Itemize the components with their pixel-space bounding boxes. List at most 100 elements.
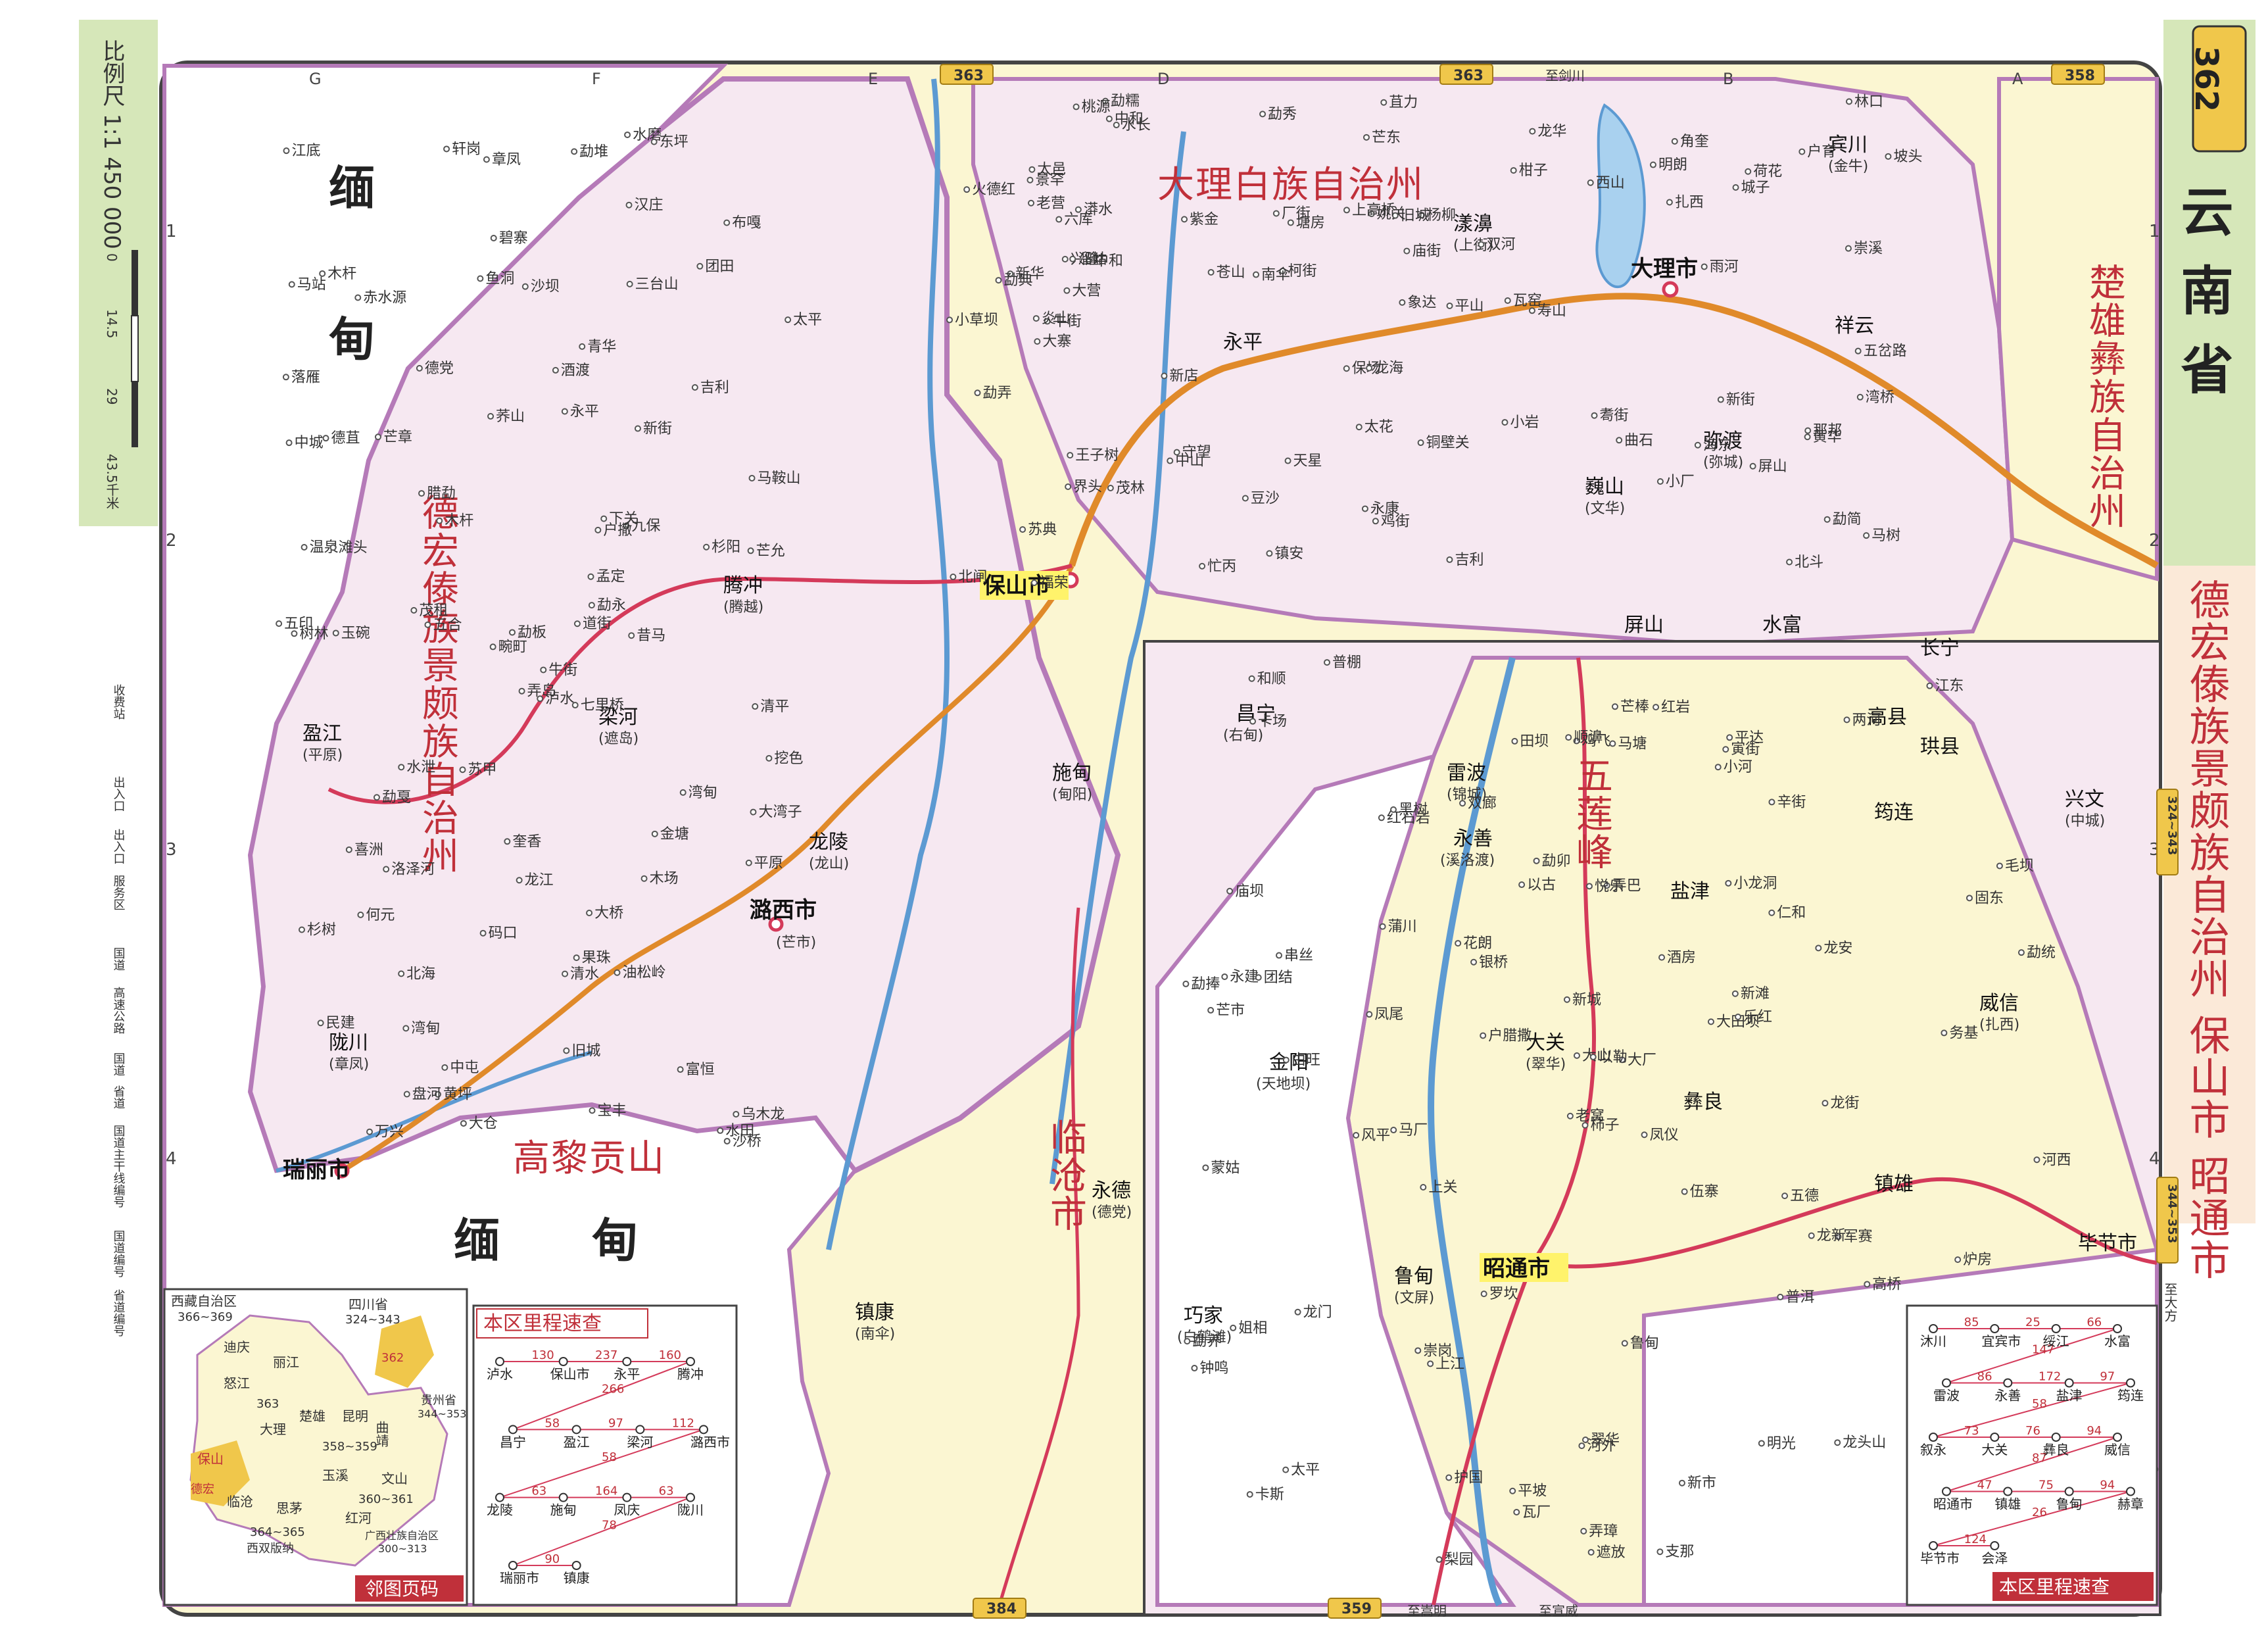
scale-bar-seg: [131, 315, 139, 382]
town-marker: [677, 1066, 684, 1073]
grid-letter: F: [592, 70, 601, 88]
town-marker: [1191, 1365, 1198, 1372]
town-label: 北斗: [1795, 554, 1823, 571]
town-label: 木杆: [327, 266, 356, 282]
mileage-node: [622, 1357, 632, 1366]
town-marker: [1061, 255, 1069, 262]
town-label: 下关: [609, 511, 638, 528]
inset-label: 红河: [345, 1510, 372, 1526]
city-label: 瑞丽市: [283, 1157, 350, 1183]
page-ref-right-upper[interactable]: 324~343: [2156, 789, 2179, 875]
mileage-distance: 160: [659, 1348, 681, 1362]
town-marker: [1272, 210, 1280, 217]
legend-item: 服务区: [112, 875, 126, 910]
town-marker: [1926, 682, 1933, 689]
town-marker: [579, 343, 586, 350]
page-ref-top-right[interactable]: 358: [2051, 64, 2105, 85]
town-marker: [2033, 1156, 2040, 1164]
town-marker: [679, 789, 687, 796]
page-ref-text: 363: [953, 68, 984, 84]
town-marker: [1026, 176, 1034, 184]
town-label: 忙丙: [1207, 558, 1236, 575]
town-marker: [374, 433, 381, 441]
town-label: 固东: [1975, 890, 2004, 906]
town-marker: [1533, 857, 1540, 864]
town-label: 酒渡: [561, 362, 590, 379]
town-label: 乐红: [1743, 1009, 1772, 1025]
town-label: 蒙姑: [1211, 1160, 1240, 1176]
town-marker: [436, 517, 443, 524]
town-label: 小草坝: [955, 312, 998, 328]
town-marker: [573, 620, 581, 627]
county-label: 施甸: [1052, 762, 1092, 785]
legend-item: 省道编号: [112, 1289, 126, 1337]
inset-label: 保山: [197, 1451, 224, 1467]
town-marker: [319, 270, 326, 277]
grid-letter: D: [1157, 70, 1169, 88]
town-marker: [1361, 505, 1368, 512]
town-marker: [1266, 550, 1273, 557]
town-marker: [589, 1107, 596, 1114]
town-label: 平原: [754, 855, 783, 872]
town-label: 大仓: [469, 1116, 498, 1132]
page-ref-top-mid[interactable]: 363: [1439, 64, 1493, 85]
town-marker: [600, 515, 608, 522]
town-label: 角奎: [1680, 134, 1709, 150]
inset-label: 西藏自治区: [171, 1293, 237, 1309]
grid-number: 2: [166, 531, 177, 551]
country-label: 甸: [592, 1214, 638, 1267]
county-label: 永德: [1092, 1179, 1131, 1202]
town-marker: [1658, 954, 1666, 961]
town-marker: [717, 1127, 724, 1134]
edge-dest-bottom-1: 至嵩明: [1407, 1603, 1447, 1619]
town-label: 永平: [570, 403, 599, 420]
town-marker: [1611, 703, 1618, 710]
mileage-distance: 75: [2039, 1479, 2054, 1492]
page-ref-bottom-mid[interactable]: 359: [1328, 1598, 1382, 1619]
mileage-node: [2003, 1487, 2013, 1496]
county-label: 彝良: [1683, 1091, 1723, 1114]
town-marker: [1804, 433, 1811, 441]
town-marker: [1707, 1018, 1714, 1025]
town-marker: [1843, 716, 1850, 724]
country-label: 缅: [329, 161, 375, 215]
legend-item: 国道主干线编号: [112, 1125, 126, 1208]
town-label: 德党: [425, 360, 454, 377]
town-label: 小龙洞: [1733, 875, 1777, 892]
town-marker: [950, 574, 957, 581]
mileage-node: [1942, 1487, 1951, 1496]
page-ref-right-lower[interactable]: 344~353: [2156, 1177, 2179, 1264]
town-marker: [1343, 207, 1350, 214]
town-marker: [1509, 1487, 1516, 1494]
town-marker: [691, 384, 698, 391]
town-marker: [1355, 424, 1363, 431]
town-marker: [1854, 347, 1862, 355]
county-label: 屏山: [1624, 614, 1664, 637]
mileage-distance: 97: [2100, 1370, 2115, 1384]
town-label: 寅街: [1731, 741, 1760, 758]
page-ref-top-left[interactable]: 363: [940, 64, 994, 85]
town-marker: [586, 909, 593, 916]
county-label: (弥城): [1703, 455, 1743, 471]
town-label: 梨园: [1445, 1552, 1474, 1568]
town-label: 碧寨: [499, 230, 528, 247]
page-ref-bottom-left[interactable]: 384: [973, 1598, 1026, 1619]
town-label: 龙头山: [1843, 1435, 1886, 1451]
town-label: 中屯: [450, 1060, 479, 1076]
town-marker: [1649, 161, 1656, 168]
town-label: 小河: [1724, 759, 1752, 775]
town-marker: [483, 156, 490, 163]
town-label: 落雁: [291, 369, 320, 385]
town-label: 柿子: [1591, 1118, 1620, 1134]
mileage-distance: 58: [2032, 1397, 2047, 1411]
town-marker: [747, 547, 754, 554]
city-zhaotong[interactable]: 昭通市: [1480, 1253, 1568, 1282]
mileage-node-label: 威信: [2104, 1442, 2131, 1458]
town-label: 北海: [406, 966, 435, 982]
town-marker: [1074, 206, 1082, 213]
town-label: 水磨: [633, 127, 662, 143]
inset-label: 363: [256, 1397, 279, 1411]
town-label: 盘河: [412, 1087, 441, 1103]
city-ruili[interactable]: 瑞丽市: [283, 1157, 350, 1183]
town-marker: [1565, 734, 1572, 741]
